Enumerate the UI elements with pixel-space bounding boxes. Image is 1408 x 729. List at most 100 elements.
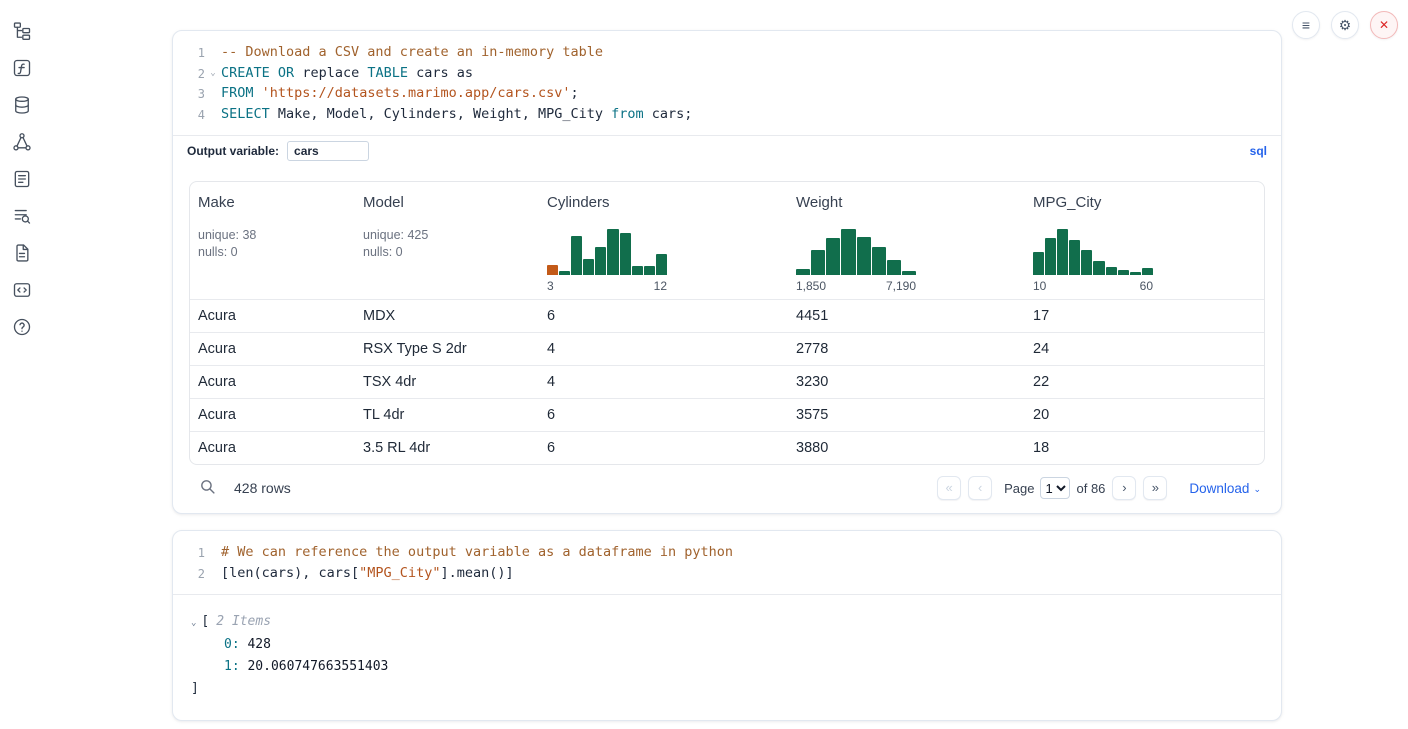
table-row[interactable]: AcuraRSX Type S 2dr4277824 bbox=[190, 332, 1264, 365]
table-cell: 3230 bbox=[788, 366, 1025, 398]
settings-button[interactable]: ⚙ bbox=[1331, 11, 1359, 39]
histogram-bar bbox=[1033, 252, 1044, 275]
line-number: 2 bbox=[181, 64, 205, 85]
sidebar-help-button[interactable] bbox=[11, 316, 33, 338]
table-cell: 3575 bbox=[788, 399, 1025, 431]
table-row[interactable]: AcuraTL 4dr6357520 bbox=[190, 398, 1264, 431]
column-header: Makeunique: 38nulls: 0 bbox=[190, 182, 355, 299]
table-cell: 2778 bbox=[788, 333, 1025, 365]
search-button[interactable] bbox=[193, 478, 216, 498]
column-name: MPG_City bbox=[1033, 194, 1256, 211]
axis-max-label: 12 bbox=[654, 279, 667, 293]
function-icon bbox=[12, 58, 32, 78]
close-icon: ✕ bbox=[1379, 19, 1389, 31]
histogram-axis: 312 bbox=[547, 279, 667, 293]
list-search-icon bbox=[12, 206, 32, 226]
table-cell: Acura bbox=[190, 399, 355, 431]
code-token bbox=[270, 65, 278, 81]
sidebar-scratchpad-button[interactable] bbox=[11, 168, 33, 190]
histogram-bar bbox=[1081, 250, 1092, 275]
tree-entries: 0: 4281: 20.060747663551403 bbox=[191, 634, 1263, 678]
menu-button[interactable]: ≡ bbox=[1292, 11, 1320, 39]
next-page-button[interactable]: › bbox=[1112, 476, 1136, 500]
column-stat: unique: 425 bbox=[363, 227, 531, 244]
code-text: SELECT Make, Model, Cylinders, Weight, M… bbox=[221, 105, 692, 126]
sidebar-variables-button[interactable] bbox=[11, 57, 33, 79]
line-number: 1 bbox=[181, 43, 205, 64]
column-stat: nulls: 0 bbox=[363, 244, 531, 261]
table-cell: Acura bbox=[190, 300, 355, 332]
prev-page-button[interactable]: ‹ bbox=[968, 476, 992, 500]
code-token: cars; bbox=[644, 106, 693, 122]
table-row[interactable]: Acura3.5 RL 4dr6388018 bbox=[190, 431, 1264, 464]
histogram-bar bbox=[857, 237, 871, 275]
fold-chevron-icon[interactable]: ⌄ bbox=[205, 64, 221, 85]
language-badge[interactable]: sql bbox=[1250, 144, 1267, 158]
chevron-down-icon: ⌄ bbox=[1253, 484, 1261, 495]
database-icon bbox=[12, 95, 32, 115]
sidebar-datasources-button[interactable] bbox=[11, 94, 33, 116]
python-cell: 1# We can reference the output variable … bbox=[172, 530, 1282, 721]
histogram-bar bbox=[607, 229, 618, 275]
column-name: Cylinders bbox=[547, 194, 780, 211]
histogram-bar bbox=[1118, 270, 1129, 275]
gear-icon: ⚙ bbox=[1339, 18, 1352, 32]
first-page-button[interactable]: « bbox=[937, 476, 961, 500]
fold-gutter bbox=[205, 43, 221, 64]
table-cell: 4 bbox=[539, 333, 788, 365]
code-token: 'https://datasets.marimo.app/cars.csv' bbox=[262, 85, 571, 101]
download-button[interactable]: Download ⌄ bbox=[1189, 481, 1261, 496]
code-token: CREATE bbox=[221, 65, 270, 81]
sidebar-logs-button[interactable] bbox=[11, 205, 33, 227]
tree-key: 0: bbox=[224, 637, 240, 652]
code-token: replace bbox=[294, 65, 367, 81]
code-token: -- Download a CSV and create an in-memor… bbox=[221, 44, 603, 60]
table-row[interactable]: AcuraTSX 4dr4323022 bbox=[190, 365, 1264, 398]
sql-cell: 1 -- Download a CSV and create an in-memo… bbox=[172, 30, 1282, 514]
code-token: FROM bbox=[221, 85, 254, 101]
histogram-bar bbox=[1057, 229, 1068, 275]
code-text: CREATE OR replace TABLE cars as bbox=[221, 64, 473, 85]
column-header: MPG_City 1060 bbox=[1025, 182, 1264, 299]
sql-code-editor[interactable]: 1 -- Download a CSV and create an in-memo… bbox=[173, 31, 1281, 135]
histogram-bar bbox=[1045, 238, 1056, 275]
sidebar-snippets-button[interactable] bbox=[11, 242, 33, 264]
table-cell: MDX bbox=[355, 300, 539, 332]
column-name: Make bbox=[198, 194, 347, 211]
table-cell: TSX 4dr bbox=[355, 366, 539, 398]
histogram-bar bbox=[1093, 261, 1104, 275]
table-row[interactable]: AcuraMDX6445117 bbox=[190, 299, 1264, 332]
last-page-button[interactable]: » bbox=[1143, 476, 1167, 500]
search-icon bbox=[199, 478, 216, 495]
collapse-chevron-icon[interactable]: ⌄ bbox=[191, 618, 196, 628]
code-text: -- Download a CSV and create an in-memor… bbox=[221, 43, 603, 64]
sidebar-documentation-button[interactable] bbox=[11, 279, 33, 301]
shutdown-button[interactable]: ✕ bbox=[1370, 11, 1398, 39]
histogram-bar bbox=[1142, 268, 1153, 275]
column-stat: nulls: 0 bbox=[198, 244, 347, 261]
table-cell: 17 bbox=[1025, 300, 1264, 332]
histogram-bar bbox=[796, 269, 810, 275]
notebook-area: 1 -- Download a CSV and create an in-memo… bbox=[172, 30, 1282, 721]
python-code-editor[interactable]: 1# We can reference the output variable … bbox=[173, 531, 1281, 594]
notepad-icon bbox=[12, 169, 32, 189]
row-count: 428 rows bbox=[234, 480, 291, 496]
table-cell: Acura bbox=[190, 366, 355, 398]
output-variable-label: Output variable: bbox=[187, 144, 279, 158]
top-right-controls: ≡ ⚙ ✕ bbox=[1292, 11, 1398, 39]
axis-max-label: 60 bbox=[1140, 279, 1153, 293]
sidebar-file-explorer-button[interactable] bbox=[11, 20, 33, 42]
histogram-axis: 1060 bbox=[1033, 279, 1153, 293]
axis-min-label: 1,850 bbox=[796, 279, 826, 293]
histogram-bar bbox=[872, 247, 886, 275]
code-token: TABLE bbox=[367, 65, 408, 81]
histogram-bar bbox=[841, 229, 855, 275]
graph-icon bbox=[12, 132, 32, 152]
output-variable-input[interactable] bbox=[287, 141, 369, 161]
code-token: from bbox=[611, 106, 644, 122]
file-tree-icon bbox=[12, 21, 32, 41]
table-cell: 24 bbox=[1025, 333, 1264, 365]
sidebar-dependency-graph-button[interactable] bbox=[11, 131, 33, 153]
page-select[interactable]: 1 bbox=[1040, 477, 1070, 499]
hamburger-icon: ≡ bbox=[1302, 18, 1310, 32]
